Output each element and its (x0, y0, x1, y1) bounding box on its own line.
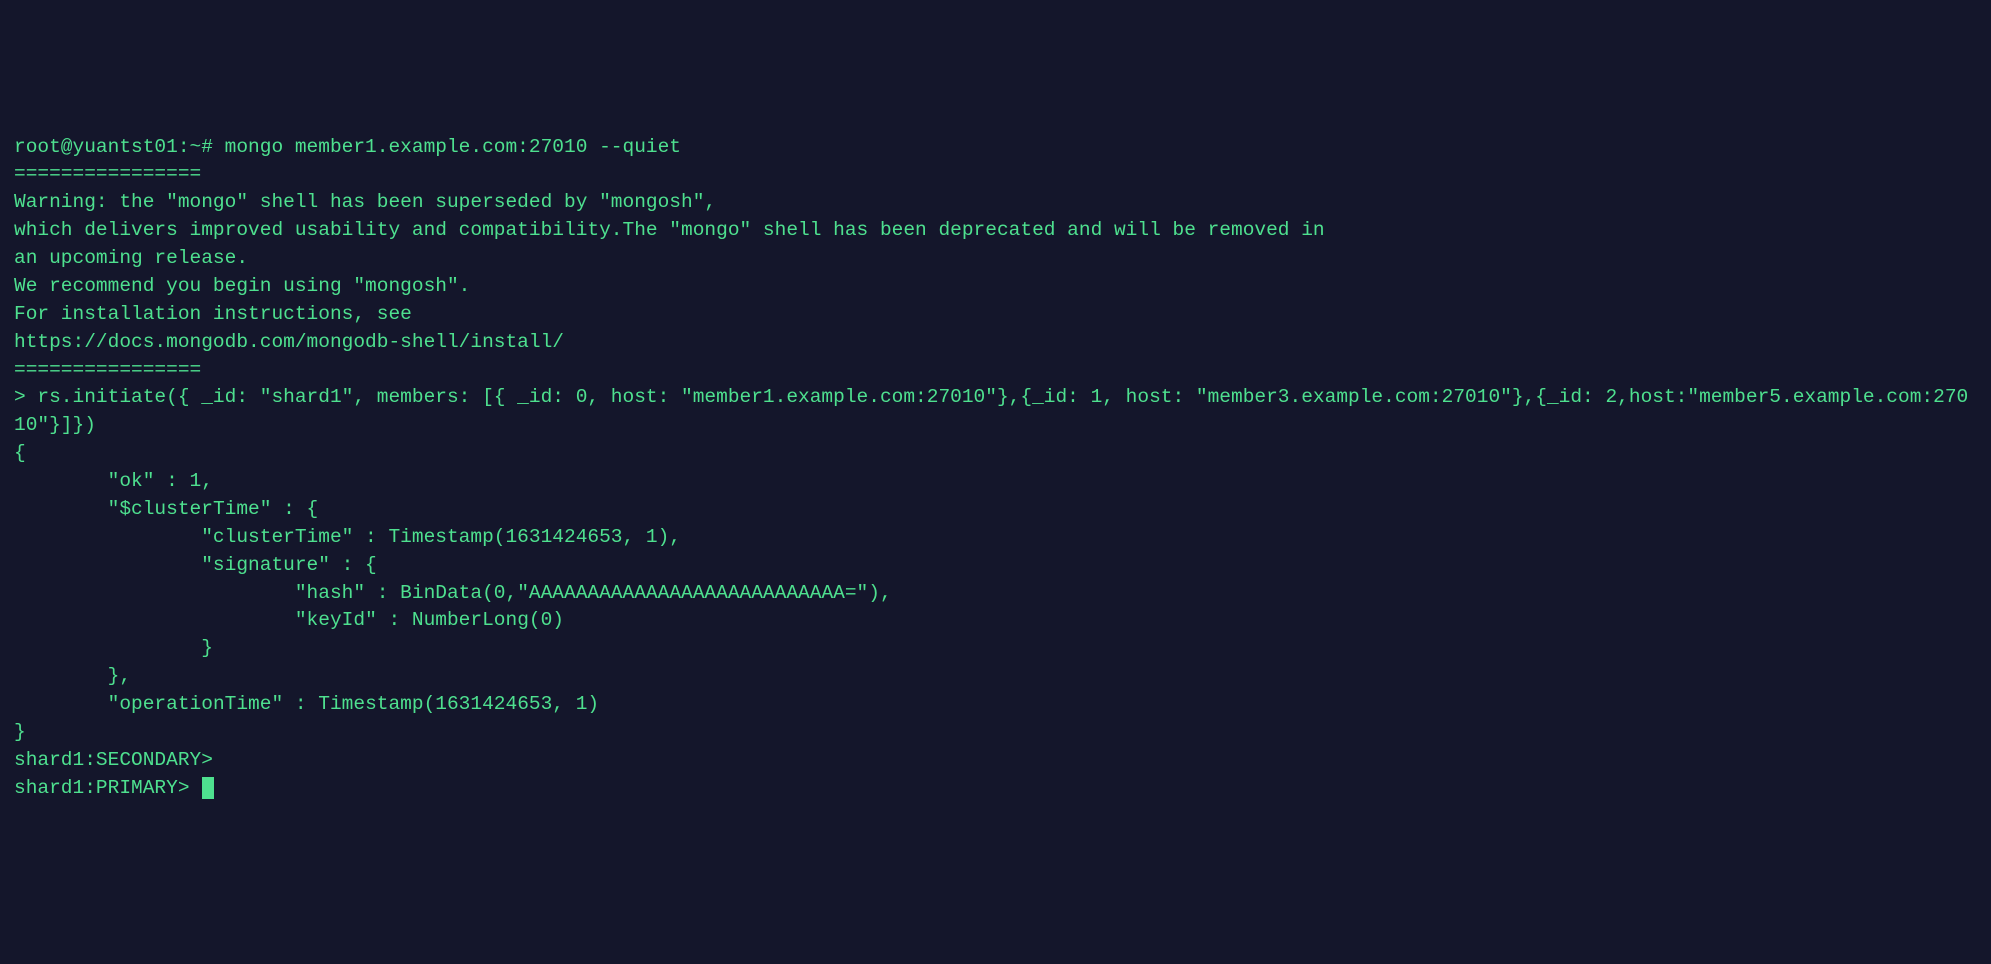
response-signature-close: } (14, 637, 213, 659)
response-keyid: "keyId" : NumberLong(0) (14, 609, 564, 631)
response-signature-open: "signature" : { (14, 554, 377, 576)
warning-text: which delivers improved usability and co… (14, 219, 1325, 241)
shell-prompt-line: root@yuantst01:~# mongo member1.example.… (14, 136, 681, 158)
docs-url: https://docs.mongodb.com/mongodb-shell/i… (14, 331, 564, 353)
mongo-prompt-primary: shard1:PRIMARY> (14, 777, 201, 799)
mongo-command: > rs.initiate({ _id: "shard1", members: … (14, 386, 1968, 436)
response-clustertime-close: }, (14, 665, 131, 687)
separator: ================ (14, 163, 201, 185)
response-brace-close: } (14, 721, 26, 743)
warning-text: For installation instructions, see (14, 303, 412, 325)
mongo-prompt-secondary: shard1:SECONDARY> (14, 749, 213, 771)
terminal-output[interactable]: root@yuantst01:~# mongo member1.example.… (14, 134, 1977, 803)
separator: ================ (14, 359, 201, 381)
response-brace-open: { (14, 442, 26, 464)
response-clustertime-open: "$clusterTime" : { (14, 498, 318, 520)
response-operationtime: "operationTime" : Timestamp(1631424653, … (14, 693, 599, 715)
response-hash: "hash" : BinData(0,"AAAAAAAAAAAAAAAAAAAA… (14, 582, 892, 604)
warning-text: We recommend you begin using "mongosh". (14, 275, 470, 297)
response-clustertime-ts: "clusterTime" : Timestamp(1631424653, 1)… (14, 526, 681, 548)
response-ok: "ok" : 1, (14, 470, 213, 492)
warning-text: an upcoming release. (14, 247, 248, 269)
warning-text: Warning: the "mongo" shell has been supe… (14, 191, 716, 213)
cursor-icon (202, 777, 214, 798)
